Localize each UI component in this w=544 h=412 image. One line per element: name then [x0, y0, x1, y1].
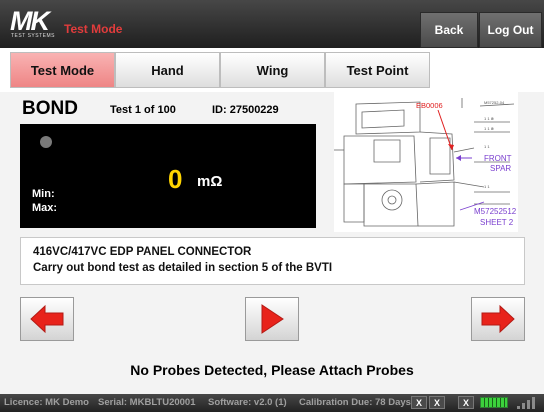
test-counter: Test 1 of 100: [110, 104, 176, 116]
top-bar: MK TEST SYSTEMS Test Mode Back Log Out: [0, 0, 544, 48]
logout-button[interactable]: Log Out: [479, 12, 542, 48]
drawing-label-front: FRONT: [484, 154, 512, 163]
test-panel: BOND Test 1 of 100 ID: 27500229 0 mΩ Min…: [0, 92, 544, 394]
status-bar: Licence: MK Demo Serial: MKBLTU20001 Sof…: [0, 394, 544, 412]
test-id: ID: 27500229: [212, 104, 279, 116]
arrow-right-icon: [481, 304, 515, 334]
indicator-x-2: X: [429, 396, 445, 409]
svg-text:1 1: 1 1: [484, 144, 490, 149]
arrow-left-icon: [30, 304, 64, 334]
calibration-text: Calibration Due: 78 Days: [299, 397, 411, 408]
instruction-box: 416VC/417VC EDP PANEL CONNECTOR Carry ou…: [20, 237, 525, 285]
max-label: Max:: [32, 202, 58, 214]
software-text: Software: v2.0 (1): [208, 397, 287, 408]
svg-text:M57252-04: M57252-04: [484, 100, 505, 105]
tab-test-mode[interactable]: Test Mode: [10, 52, 115, 88]
drawing-label-ref: M57252512: [474, 207, 517, 216]
svg-text:1 1 ⊗: 1 1 ⊗: [484, 126, 494, 131]
previous-test-button[interactable]: [20, 297, 74, 341]
technical-drawing: M57252-04 1 1 ⊗ 1 1 ⊗ 1 1 1 1 EB0006 FRO…: [334, 92, 518, 232]
svg-text:1 1: 1 1: [484, 184, 490, 189]
min-label: Min:: [32, 188, 55, 200]
licence-text: Licence: MK Demo: [4, 397, 89, 408]
drawing-label-spar: SPAR: [490, 164, 512, 173]
next-test-button[interactable]: [471, 297, 525, 341]
meter-unit: mΩ: [197, 173, 223, 190]
indicator-x-1: X: [411, 396, 427, 409]
test-type-title: BOND: [22, 98, 78, 119]
drawing-label-sheet: SHEET 2: [480, 218, 514, 227]
instruction-line-1: 416VC/417VC EDP PANEL CONNECTOR: [33, 246, 252, 258]
indicator-x-3: X: [458, 396, 474, 409]
start-test-button[interactable]: [245, 297, 299, 341]
serial-text: Serial: MKBLTU20001: [98, 397, 196, 408]
instruction-line-2: Carry out bond test as detailed in secti…: [33, 262, 333, 274]
tab-hand[interactable]: Hand: [115, 52, 220, 88]
logo-subtext: TEST SYSTEMS: [11, 33, 55, 39]
mk-logo: MK TEST SYSTEMS: [10, 6, 56, 42]
meter-display: 0 mΩ Min: Max:: [20, 124, 316, 228]
mode-title: Test Mode: [64, 22, 123, 36]
tab-test-point[interactable]: Test Point: [325, 52, 430, 88]
play-icon: [261, 304, 284, 334]
tab-bar: Test Mode Hand Wing Test Point: [0, 48, 544, 92]
drawing-label-eb: EB0006: [416, 101, 443, 110]
signal-icon: [517, 397, 535, 409]
svg-text:1 1 ⊗: 1 1 ⊗: [484, 116, 494, 121]
tab-wing[interactable]: Wing: [220, 52, 325, 88]
probe-status-message: No Probes Detected, Please Attach Probes: [130, 362, 414, 378]
battery-icon: [480, 397, 508, 408]
status-led: [40, 136, 52, 148]
meter-reading: 0: [168, 164, 183, 194]
back-button[interactable]: Back: [420, 12, 478, 48]
